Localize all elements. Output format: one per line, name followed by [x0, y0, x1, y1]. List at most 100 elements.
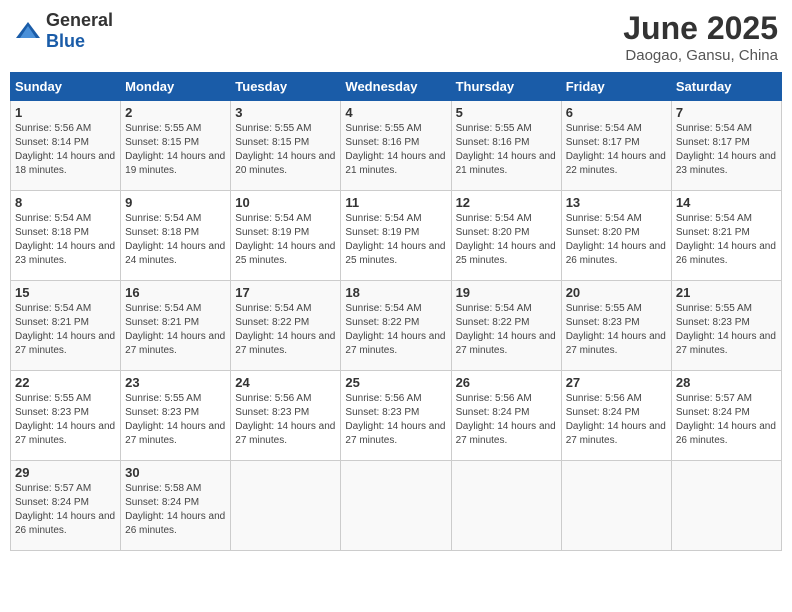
- day-number: 25: [345, 375, 446, 390]
- day-info: Sunrise: 5:57 AM Sunset: 8:24 PM Dayligh…: [15, 482, 116, 538]
- day-number: 3: [235, 105, 336, 120]
- table-row: 2 Sunrise: 5:55 AM Sunset: 8:15 PM Dayli…: [121, 101, 231, 191]
- table-row: 28 Sunrise: 5:57 AM Sunset: 8:24 PM Dayl…: [671, 371, 781, 461]
- table-row: 22 Sunrise: 5:55 AM Sunset: 8:23 PM Dayl…: [11, 371, 121, 461]
- calendar-week-row: 29 Sunrise: 5:57 AM Sunset: 8:24 PM Dayl…: [11, 461, 782, 551]
- logo: General Blue: [14, 10, 113, 52]
- day-number: 15: [15, 285, 116, 300]
- col-sunday: Sunday: [11, 73, 121, 101]
- day-number: 20: [566, 285, 667, 300]
- day-info: Sunrise: 5:54 AM Sunset: 8:20 PM Dayligh…: [566, 212, 667, 268]
- day-number: 19: [456, 285, 557, 300]
- day-info: Sunrise: 5:56 AM Sunset: 8:24 PM Dayligh…: [566, 392, 667, 448]
- table-row: 14 Sunrise: 5:54 AM Sunset: 8:21 PM Dayl…: [671, 191, 781, 281]
- day-info: Sunrise: 5:54 AM Sunset: 8:21 PM Dayligh…: [125, 302, 226, 358]
- table-row: 1 Sunrise: 5:56 AM Sunset: 8:14 PM Dayli…: [11, 101, 121, 191]
- day-number: 26: [456, 375, 557, 390]
- table-row: 15 Sunrise: 5:54 AM Sunset: 8:21 PM Dayl…: [11, 281, 121, 371]
- day-info: Sunrise: 5:54 AM Sunset: 8:22 PM Dayligh…: [235, 302, 336, 358]
- table-row: [671, 461, 781, 551]
- day-number: 29: [15, 465, 116, 480]
- day-info: Sunrise: 5:55 AM Sunset: 8:23 PM Dayligh…: [676, 302, 777, 358]
- day-info: Sunrise: 5:54 AM Sunset: 8:22 PM Dayligh…: [456, 302, 557, 358]
- day-info: Sunrise: 5:55 AM Sunset: 8:23 PM Dayligh…: [15, 392, 116, 448]
- col-tuesday: Tuesday: [231, 73, 341, 101]
- logo-blue: Blue: [46, 31, 85, 51]
- calendar-table: Sunday Monday Tuesday Wednesday Thursday…: [10, 72, 782, 551]
- table-row: [451, 461, 561, 551]
- day-info: Sunrise: 5:56 AM Sunset: 8:14 PM Dayligh…: [15, 122, 116, 178]
- col-wednesday: Wednesday: [341, 73, 451, 101]
- header-row: Sunday Monday Tuesday Wednesday Thursday…: [11, 73, 782, 101]
- day-number: 2: [125, 105, 226, 120]
- day-number: 16: [125, 285, 226, 300]
- table-row: [561, 461, 671, 551]
- day-number: 30: [125, 465, 226, 480]
- table-row: 26 Sunrise: 5:56 AM Sunset: 8:24 PM Dayl…: [451, 371, 561, 461]
- day-info: Sunrise: 5:54 AM Sunset: 8:19 PM Dayligh…: [235, 212, 336, 268]
- day-info: Sunrise: 5:56 AM Sunset: 8:24 PM Dayligh…: [456, 392, 557, 448]
- day-number: 27: [566, 375, 667, 390]
- day-info: Sunrise: 5:55 AM Sunset: 8:15 PM Dayligh…: [235, 122, 336, 178]
- col-monday: Monday: [121, 73, 231, 101]
- table-row: 25 Sunrise: 5:56 AM Sunset: 8:23 PM Dayl…: [341, 371, 451, 461]
- day-info: Sunrise: 5:54 AM Sunset: 8:21 PM Dayligh…: [676, 212, 777, 268]
- day-info: Sunrise: 5:54 AM Sunset: 8:19 PM Dayligh…: [345, 212, 446, 268]
- day-number: 11: [345, 195, 446, 210]
- day-info: Sunrise: 5:54 AM Sunset: 8:21 PM Dayligh…: [15, 302, 116, 358]
- title-area: June 2025 Daogao, Gansu, China: [623, 10, 778, 64]
- day-number: 13: [566, 195, 667, 210]
- col-saturday: Saturday: [671, 73, 781, 101]
- day-number: 24: [235, 375, 336, 390]
- day-info: Sunrise: 5:54 AM Sunset: 8:20 PM Dayligh…: [456, 212, 557, 268]
- table-row: 9 Sunrise: 5:54 AM Sunset: 8:18 PM Dayli…: [121, 191, 231, 281]
- header: General Blue June 2025 Daogao, Gansu, Ch…: [10, 10, 782, 64]
- table-row: 11 Sunrise: 5:54 AM Sunset: 8:19 PM Dayl…: [341, 191, 451, 281]
- day-number: 12: [456, 195, 557, 210]
- table-row: 7 Sunrise: 5:54 AM Sunset: 8:17 PM Dayli…: [671, 101, 781, 191]
- day-number: 6: [566, 105, 667, 120]
- day-info: Sunrise: 5:55 AM Sunset: 8:23 PM Dayligh…: [125, 392, 226, 448]
- table-row: 13 Sunrise: 5:54 AM Sunset: 8:20 PM Dayl…: [561, 191, 671, 281]
- day-number: 5: [456, 105, 557, 120]
- logo-general: General: [46, 10, 113, 30]
- table-row: 24 Sunrise: 5:56 AM Sunset: 8:23 PM Dayl…: [231, 371, 341, 461]
- day-number: 10: [235, 195, 336, 210]
- table-row: 10 Sunrise: 5:54 AM Sunset: 8:19 PM Dayl…: [231, 191, 341, 281]
- location: Daogao, Gansu, China: [623, 47, 778, 64]
- day-info: Sunrise: 5:54 AM Sunset: 8:18 PM Dayligh…: [15, 212, 116, 268]
- calendar-week-row: 8 Sunrise: 5:54 AM Sunset: 8:18 PM Dayli…: [11, 191, 782, 281]
- day-number: 18: [345, 285, 446, 300]
- day-info: Sunrise: 5:58 AM Sunset: 8:24 PM Dayligh…: [125, 482, 226, 538]
- table-row: [231, 461, 341, 551]
- day-info: Sunrise: 5:55 AM Sunset: 8:16 PM Dayligh…: [456, 122, 557, 178]
- logo-text: General Blue: [46, 10, 113, 52]
- day-info: Sunrise: 5:55 AM Sunset: 8:23 PM Dayligh…: [566, 302, 667, 358]
- table-row: 30 Sunrise: 5:58 AM Sunset: 8:24 PM Dayl…: [121, 461, 231, 551]
- table-row: 20 Sunrise: 5:55 AM Sunset: 8:23 PM Dayl…: [561, 281, 671, 371]
- table-row: 21 Sunrise: 5:55 AM Sunset: 8:23 PM Dayl…: [671, 281, 781, 371]
- calendar-week-row: 15 Sunrise: 5:54 AM Sunset: 8:21 PM Dayl…: [11, 281, 782, 371]
- day-info: Sunrise: 5:54 AM Sunset: 8:17 PM Dayligh…: [566, 122, 667, 178]
- table-row: 27 Sunrise: 5:56 AM Sunset: 8:24 PM Dayl…: [561, 371, 671, 461]
- table-row: 3 Sunrise: 5:55 AM Sunset: 8:15 PM Dayli…: [231, 101, 341, 191]
- day-number: 22: [15, 375, 116, 390]
- day-number: 17: [235, 285, 336, 300]
- day-info: Sunrise: 5:54 AM Sunset: 8:22 PM Dayligh…: [345, 302, 446, 358]
- month-year: June 2025: [623, 10, 778, 47]
- table-row: 29 Sunrise: 5:57 AM Sunset: 8:24 PM Dayl…: [11, 461, 121, 551]
- logo-icon: [14, 20, 42, 42]
- day-number: 28: [676, 375, 777, 390]
- day-info: Sunrise: 5:54 AM Sunset: 8:18 PM Dayligh…: [125, 212, 226, 268]
- day-info: Sunrise: 5:55 AM Sunset: 8:15 PM Dayligh…: [125, 122, 226, 178]
- day-info: Sunrise: 5:56 AM Sunset: 8:23 PM Dayligh…: [345, 392, 446, 448]
- calendar-week-row: 22 Sunrise: 5:55 AM Sunset: 8:23 PM Dayl…: [11, 371, 782, 461]
- day-number: 14: [676, 195, 777, 210]
- table-row: [341, 461, 451, 551]
- day-info: Sunrise: 5:57 AM Sunset: 8:24 PM Dayligh…: [676, 392, 777, 448]
- day-number: 1: [15, 105, 116, 120]
- col-thursday: Thursday: [451, 73, 561, 101]
- table-row: 18 Sunrise: 5:54 AM Sunset: 8:22 PM Dayl…: [341, 281, 451, 371]
- day-number: 8: [15, 195, 116, 210]
- day-info: Sunrise: 5:56 AM Sunset: 8:23 PM Dayligh…: [235, 392, 336, 448]
